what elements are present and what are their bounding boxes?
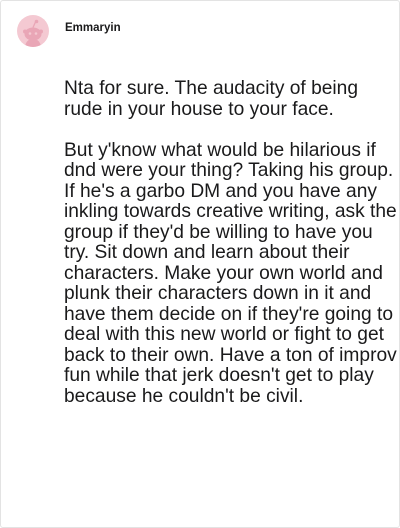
comment-paragraph: Nta for sure. The audacity of being rude… <box>64 78 359 120</box>
comment-username[interactable]: Emmaryin <box>65 22 121 34</box>
comment-paragraph: But y'know what would be hilarious if dn… <box>64 139 397 407</box>
avatar[interactable] <box>17 15 49 47</box>
reddit-snoo-avatar-icon <box>23 19 43 47</box>
comment-card: Emmaryin Nta for sure. The audacity of b… <box>0 0 400 528</box>
comment-body: Nta for sure. The audacity of being rude… <box>64 78 400 407</box>
comment-header: Emmaryin <box>17 15 121 47</box>
